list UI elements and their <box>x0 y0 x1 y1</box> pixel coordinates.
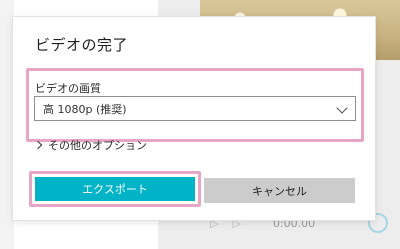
export-button[interactable]: エクスポート <box>35 177 195 201</box>
quality-label: ビデオの画質 <box>35 82 101 95</box>
more-options-toggle[interactable]: その他のオプション <box>33 137 147 153</box>
quality-dropdown[interactable]: 高 1080p (推奨) <box>34 96 356 121</box>
quality-highlight-box: ビデオの画質 高 1080p (推奨) <box>26 68 364 142</box>
background-strip <box>0 0 14 249</box>
cancel-button[interactable]: キャンセル <box>204 178 355 203</box>
chevron-right-icon <box>33 140 43 150</box>
chevron-down-icon <box>336 102 348 114</box>
more-options-label: その他のオプション <box>48 139 147 152</box>
dialog-title: ビデオの完了 <box>35 36 129 54</box>
quality-selected-value: 高 1080p (推奨) <box>43 102 127 116</box>
